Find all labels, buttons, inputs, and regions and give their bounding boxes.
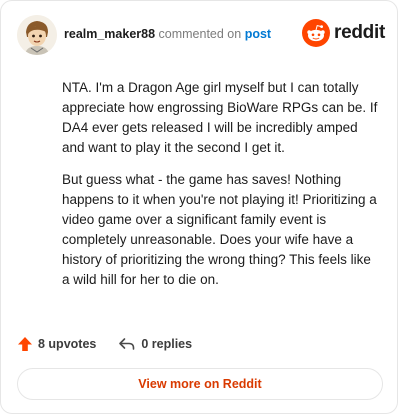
- view-more-on-reddit-button[interactable]: View more on Reddit: [17, 368, 383, 400]
- post-link[interactable]: post: [245, 27, 271, 41]
- cartoon-avatar-icon: [17, 15, 57, 55]
- embedded-comment-card: realm_maker88 commented on post reddit N…: [0, 0, 398, 414]
- upvote-arrow-icon: [18, 337, 32, 351]
- comment-header: realm_maker88 commented on post reddit: [17, 15, 385, 55]
- upvote-button[interactable]: 8 upvotes: [17, 336, 96, 352]
- reply-count: 0 replies: [141, 337, 193, 351]
- comment-paragraph: NTA. I'm a Dragon Age girl myself but I …: [62, 80, 378, 155]
- username-link[interactable]: realm_maker88: [64, 27, 155, 41]
- comment-paragraph: But guess what - the game has saves! Not…: [62, 172, 377, 287]
- comment-meta: realm_maker88 commented on post: [64, 26, 271, 42]
- comment-body: NTA. I'm a Dragon Age girl myself but I …: [62, 78, 382, 302]
- reply-arrow-icon: [119, 338, 135, 350]
- reddit-snoo-icon: [302, 19, 331, 47]
- commented-on-text: commented on: [158, 27, 242, 41]
- reddit-logo[interactable]: reddit: [302, 19, 385, 47]
- reddit-wordmark: reddit: [334, 22, 385, 43]
- avatar[interactable]: [17, 15, 57, 55]
- replies-button[interactable]: 0 replies: [118, 336, 192, 352]
- upvote-count: 8 upvotes: [38, 337, 97, 351]
- comment-actions: 8 upvotes 0 replies: [17, 334, 214, 354]
